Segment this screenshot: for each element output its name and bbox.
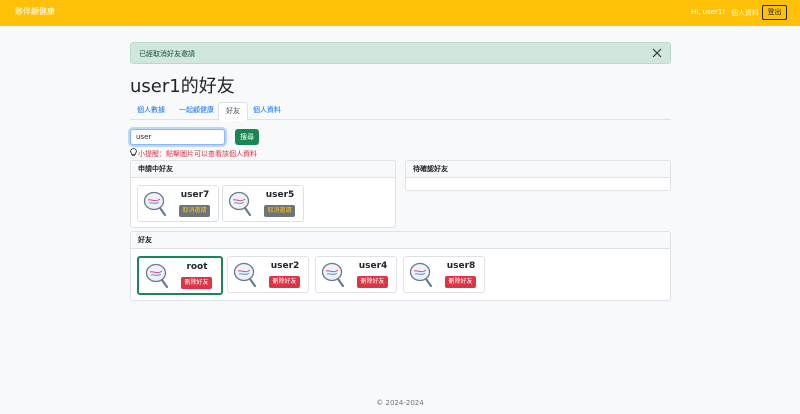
awaiting-confirmation-header: 待確認好友 — [406, 161, 670, 178]
page-title: user1的好友 — [130, 76, 235, 97]
user-name: user7 — [180, 190, 210, 200]
user-card-selected: root 刪除好友 — [137, 256, 223, 295]
user-name: user8 — [446, 261, 476, 271]
awaiting-confirmation-card: 待確認好友 — [405, 160, 671, 191]
tab-personal-data[interactable]: 個人數據 — [130, 102, 172, 120]
pending-requests-card: 申請中好友 user7 取消邀請 user5 取消邀請 — [130, 160, 396, 228]
avatar-magnifier-icon[interactable] — [233, 262, 257, 288]
friends-card: 好友 root 刪除好友 user2 刪除好友 user4 刪除好友 user8… — [130, 231, 671, 301]
avatar-magnifier-icon[interactable] — [228, 191, 252, 217]
user-card: user2 刪除好友 — [227, 256, 309, 293]
profile-tabs: 個人數據 一起顧健康 好友 個人資料 — [130, 102, 671, 121]
friend-search-input[interactable]: user — [130, 129, 225, 145]
delete-friend-button[interactable]: 刪除好友 — [181, 277, 212, 289]
search-button[interactable]: 搜尋 — [235, 129, 259, 145]
nav-profile-link[interactable]: 個人資料 — [731, 8, 759, 18]
avatar-magnifier-icon[interactable] — [143, 191, 167, 217]
user-name: root — [186, 262, 208, 272]
user-greeting: Hi, user1! — [691, 8, 726, 16]
user-name: user5 — [265, 190, 295, 200]
delete-friend-button[interactable]: 刪除好友 — [269, 276, 300, 288]
delete-friend-button[interactable]: 刪除好友 — [445, 276, 476, 288]
tab-health-together[interactable]: 一起顧健康 — [172, 102, 221, 120]
user-name: user4 — [358, 261, 388, 271]
avatar-magnifier-icon[interactable] — [409, 262, 433, 288]
friends-header: 好友 — [131, 232, 670, 249]
user-card: user8 刪除好友 — [403, 256, 485, 293]
user-card: user7 取消邀請 — [137, 185, 219, 222]
user-name: user2 — [270, 261, 300, 271]
avatar-magnifier-icon[interactable] — [145, 263, 169, 289]
tip-text: 小提醒：點擊圖片可以查看該個人資料 — [138, 150, 257, 158]
footer-copyright: © 2024-2024 — [376, 399, 424, 407]
top-navbar: 夥伴顧健康 Hi, user1! 個人資料 登出 — [0, 0, 800, 26]
pending-requests-header: 申請中好友 — [131, 161, 395, 178]
brand-logo-text[interactable]: 夥伴顧健康 — [15, 6, 55, 17]
user-card: user5 取消邀請 — [222, 185, 304, 222]
tab-friends[interactable]: 好友 — [218, 102, 248, 121]
user-card: user4 刪除好友 — [315, 256, 397, 293]
cancel-invite-button[interactable]: 取消邀請 — [264, 205, 295, 217]
logout-button[interactable]: 登出 — [762, 5, 787, 20]
avatar-magnifier-icon[interactable] — [321, 262, 345, 288]
close-icon[interactable] — [650, 46, 664, 60]
cancel-invite-button[interactable]: 取消邀請 — [179, 205, 210, 217]
lightbulb-icon — [130, 148, 137, 156]
alert-message: 已經取消好友邀請 — [139, 50, 195, 58]
delete-friend-button[interactable]: 刪除好友 — [357, 276, 388, 288]
success-alert: 已經取消好友邀請 — [130, 42, 671, 64]
tab-profile[interactable]: 個人資料 — [246, 102, 288, 120]
